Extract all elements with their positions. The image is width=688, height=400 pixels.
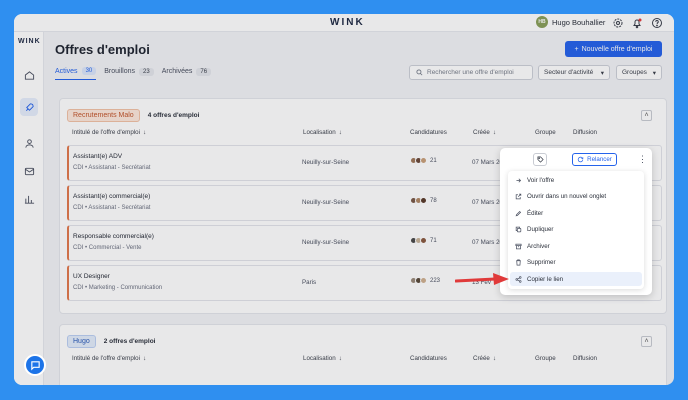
relancer-label: Relancer xyxy=(587,156,612,163)
copy-icon xyxy=(515,226,522,233)
menu-item-duplicate[interactable]: Dupliquer xyxy=(510,223,642,237)
menu-item-label: Dupliquer xyxy=(527,226,554,233)
menu-item-edit[interactable]: Éditer xyxy=(510,206,642,220)
share-icon xyxy=(515,275,522,283)
arrow-right-icon xyxy=(516,177,522,183)
tag-icon xyxy=(537,156,544,163)
menu-item-label: Archiver xyxy=(527,242,550,250)
menu-item-delete[interactable]: Supprimer xyxy=(510,256,642,270)
menu-item-label: Voir l'offre xyxy=(527,176,555,184)
row-actions-popup: Relancer ⋮ Voir l'offre Ouvrir dans un n… xyxy=(500,148,652,295)
relancer-button[interactable]: Relancer xyxy=(572,153,617,166)
chat-button[interactable] xyxy=(24,354,46,376)
external-link-icon xyxy=(515,193,522,200)
tag-button[interactable] xyxy=(533,153,547,166)
archive-icon xyxy=(515,243,522,249)
trash-icon xyxy=(516,259,521,266)
actions-menu: Voir l'offre Ouvrir dans un nouvel ongle… xyxy=(508,171,644,289)
kebab-icon[interactable]: ⋮ xyxy=(638,154,647,164)
menu-item-label: Supprimer xyxy=(527,259,556,266)
menu-item-view-offer[interactable]: Voir l'offre xyxy=(510,173,642,187)
menu-item-copy-link[interactable]: Copier le lien xyxy=(510,272,642,286)
menu-item-label: Ouvrir dans un nouvel onglet xyxy=(527,193,607,200)
menu-item-archive[interactable]: Archiver xyxy=(510,239,642,253)
app-window: WINK HB Hugo Bouhallier WINK Offres d'em… xyxy=(14,14,674,385)
menu-item-label: Éditer xyxy=(527,209,544,217)
pencil-icon xyxy=(515,210,522,216)
pointer-arrow-icon xyxy=(455,273,509,285)
refresh-icon xyxy=(577,156,584,163)
menu-item-open-new-tab[interactable]: Ouvrir dans un nouvel onglet xyxy=(510,190,642,204)
chat-icon xyxy=(30,360,40,371)
menu-item-label: Copier le lien xyxy=(527,275,564,283)
